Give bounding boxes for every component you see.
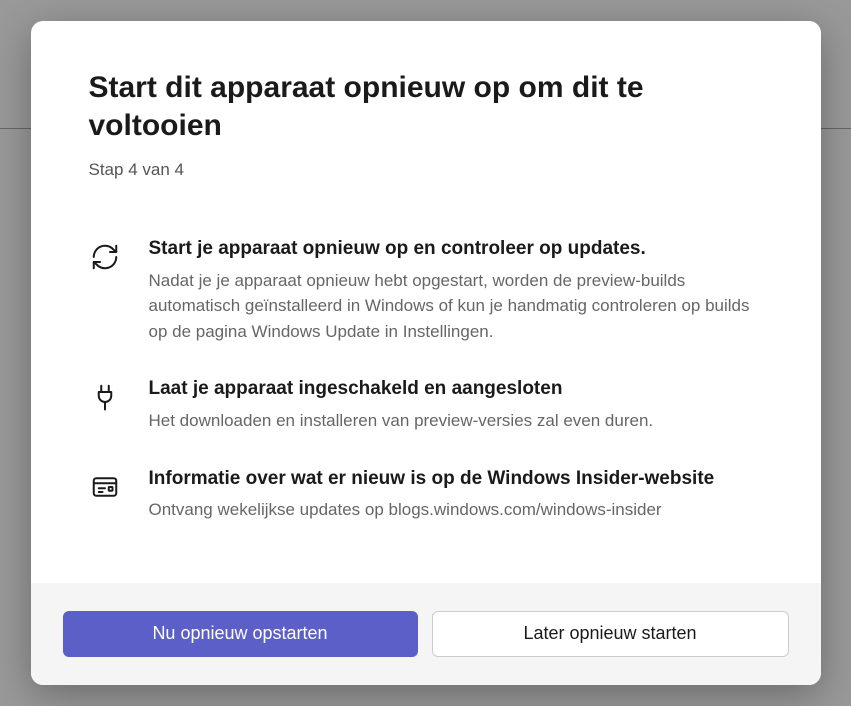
info-item-body: Laat je apparaat ingeschakeld en aangesl… [149, 376, 763, 433]
info-item-desc: Nadat je je apparaat opnieuw hebt opgest… [149, 268, 763, 345]
info-item-restart: Start je apparaat opnieuw op en controle… [89, 236, 763, 344]
dialog-step-indicator: Stap 4 van 4 [89, 160, 763, 180]
restart-now-button[interactable]: Nu opnieuw opstarten [63, 611, 418, 657]
info-item-desc: Ontvang wekelijkse updates op blogs.wind… [149, 497, 763, 523]
dialog-footer: Nu opnieuw opstarten Later opnieuw start… [31, 583, 821, 685]
info-item-body: Informatie over wat er nieuw is op de Wi… [149, 466, 763, 523]
dialog-title: Start dit apparaat opnieuw op om dit te … [89, 69, 763, 144]
info-item-title: Start je apparaat opnieuw op en controle… [149, 236, 763, 262]
plug-icon [89, 376, 121, 433]
news-icon [89, 466, 121, 523]
refresh-icon [89, 236, 121, 344]
restart-later-button[interactable]: Later opnieuw starten [432, 611, 789, 657]
info-item-news: Informatie over wat er nieuw is op de Wi… [89, 466, 763, 523]
info-item-power: Laat je apparaat ingeschakeld en aangesl… [89, 376, 763, 433]
info-item-desc: Het downloaden en installeren van previe… [149, 408, 763, 434]
info-item-title: Informatie over wat er nieuw is op de Wi… [149, 466, 763, 492]
dialog-content: Start dit apparaat opnieuw op om dit te … [31, 21, 821, 582]
info-item-title: Laat je apparaat ingeschakeld en aangesl… [149, 376, 763, 402]
restart-dialog: Start dit apparaat opnieuw op om dit te … [31, 21, 821, 684]
info-item-body: Start je apparaat opnieuw op en controle… [149, 236, 763, 344]
